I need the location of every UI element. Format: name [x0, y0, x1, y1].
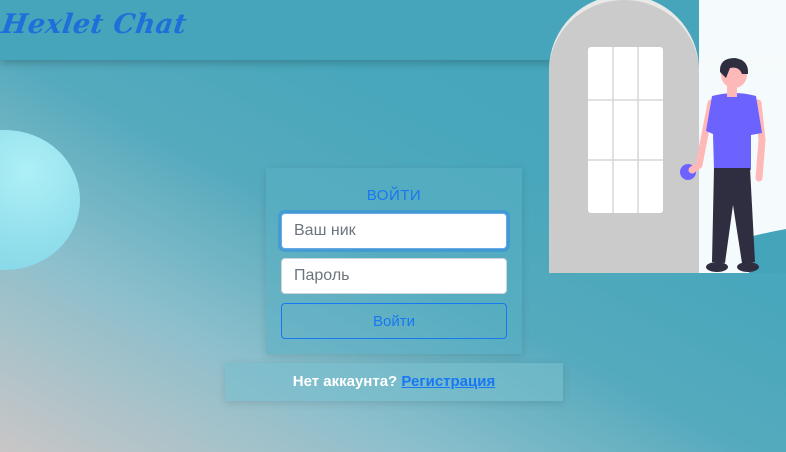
signup-prompt-text: Нет аккаунта? [292, 373, 398, 390]
decorative-bubble [0, 130, 80, 270]
door-window [588, 47, 663, 213]
username-input[interactable] [281, 213, 507, 249]
login-button[interactable]: Войти [281, 303, 507, 339]
password-input[interactable] [281, 258, 507, 294]
signup-link[interactable]: Регистрация [401, 373, 495, 390]
app-logo[interactable]: Hexlet Chat [0, 9, 189, 40]
login-title: ВОЙТИ [366, 187, 422, 204]
signup-prompt-box: Нет аккаунта? Регистрация [225, 363, 563, 401]
login-form: ВОЙТИ Войти [266, 168, 522, 354]
door-person-illustration [549, 0, 786, 273]
login-page: Hexlet Chat ВОЙТИ Войти Нет аккаунта? Ре… [0, 0, 786, 452]
